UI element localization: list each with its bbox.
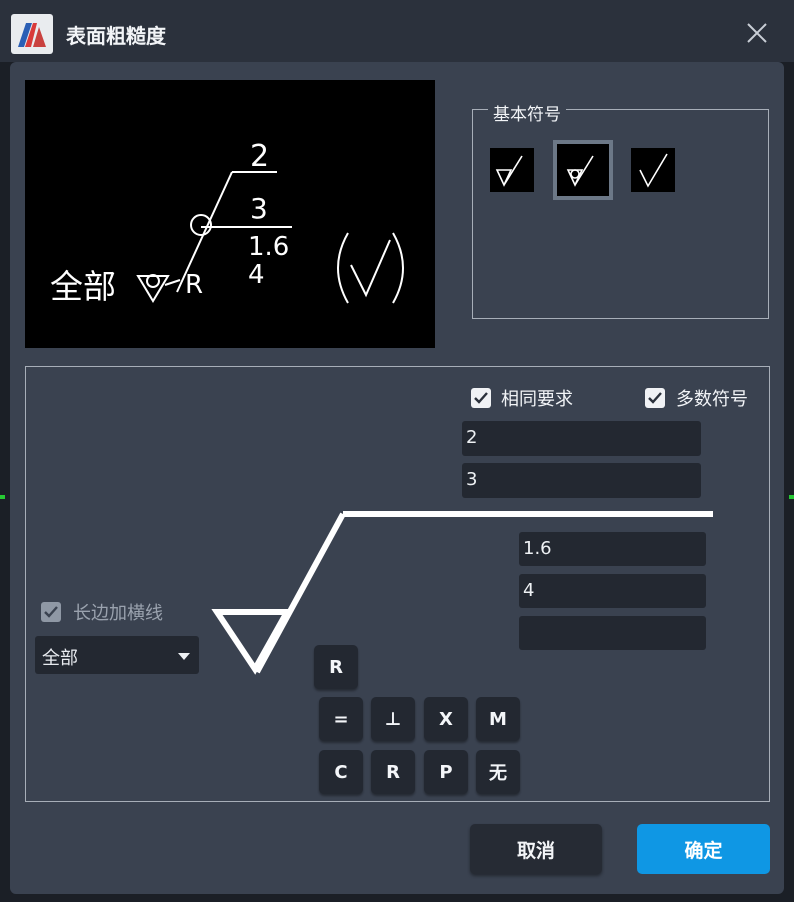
background-fragment xyxy=(789,495,794,499)
key-m-button[interactable]: M xyxy=(476,697,520,741)
upper-value-field-2[interactable]: 3 xyxy=(462,463,701,498)
any-process-circle-symbol-icon[interactable] xyxy=(553,140,613,200)
roughness-preview: 2 3 1.6 4 全部 R xyxy=(25,80,435,348)
preview-value-ra: 1.6 xyxy=(248,232,289,262)
material-removal-symbol-icon[interactable] xyxy=(631,148,675,192)
majority-symbol-checkbox[interactable] xyxy=(645,388,665,408)
lower-value-field[interactable]: 4 xyxy=(519,574,706,608)
basic-symbol-group-title: 基本符号 xyxy=(488,100,566,125)
key-x-button[interactable]: X xyxy=(424,697,468,741)
app-logo-icon xyxy=(11,14,53,54)
material-removal-forbidden-symbol-icon[interactable] xyxy=(490,148,534,192)
close-icon[interactable] xyxy=(742,18,772,48)
basic-symbol-group xyxy=(472,109,769,319)
same-requirement-checkbox[interactable] xyxy=(471,388,491,408)
majority-symbol-label: 多数符号 xyxy=(676,389,748,410)
scope-select[interactable]: 全部 xyxy=(35,636,199,674)
key-p-button[interactable]: P xyxy=(424,750,468,794)
ra-value-field[interactable]: 1.6 xyxy=(519,532,706,566)
background-fragment xyxy=(0,495,5,499)
long-edge-line-checkbox[interactable] xyxy=(41,602,61,622)
chevron-down-icon[interactable] xyxy=(178,653,190,660)
key-perpendicular-button[interactable]: ⊥ xyxy=(371,697,415,741)
preview-value-top: 2 xyxy=(250,139,269,174)
key-equal-button[interactable]: = xyxy=(319,697,363,741)
window-title: 表面粗糙度 xyxy=(66,24,166,48)
extra-value-field[interactable] xyxy=(519,616,706,650)
same-requirement-label: 相同要求 xyxy=(501,389,573,410)
preview-process-letter: R xyxy=(185,270,203,300)
preview-value-bottom: 4 xyxy=(248,260,265,290)
preview-value-mid: 3 xyxy=(250,192,268,225)
key-none-button[interactable]: 无 xyxy=(476,750,520,794)
key-r-single-button[interactable]: R xyxy=(314,645,358,689)
ok-button[interactable]: 确定 xyxy=(637,824,770,874)
preview-all-label: 全部 xyxy=(50,267,116,306)
key-c-button[interactable]: C xyxy=(319,750,363,794)
cancel-button[interactable]: 取消 xyxy=(470,824,602,874)
long-edge-line-label: 长边加横线 xyxy=(73,603,163,624)
key-r-button[interactable]: R xyxy=(371,750,415,794)
upper-value-field-1[interactable]: 2 xyxy=(462,421,701,456)
